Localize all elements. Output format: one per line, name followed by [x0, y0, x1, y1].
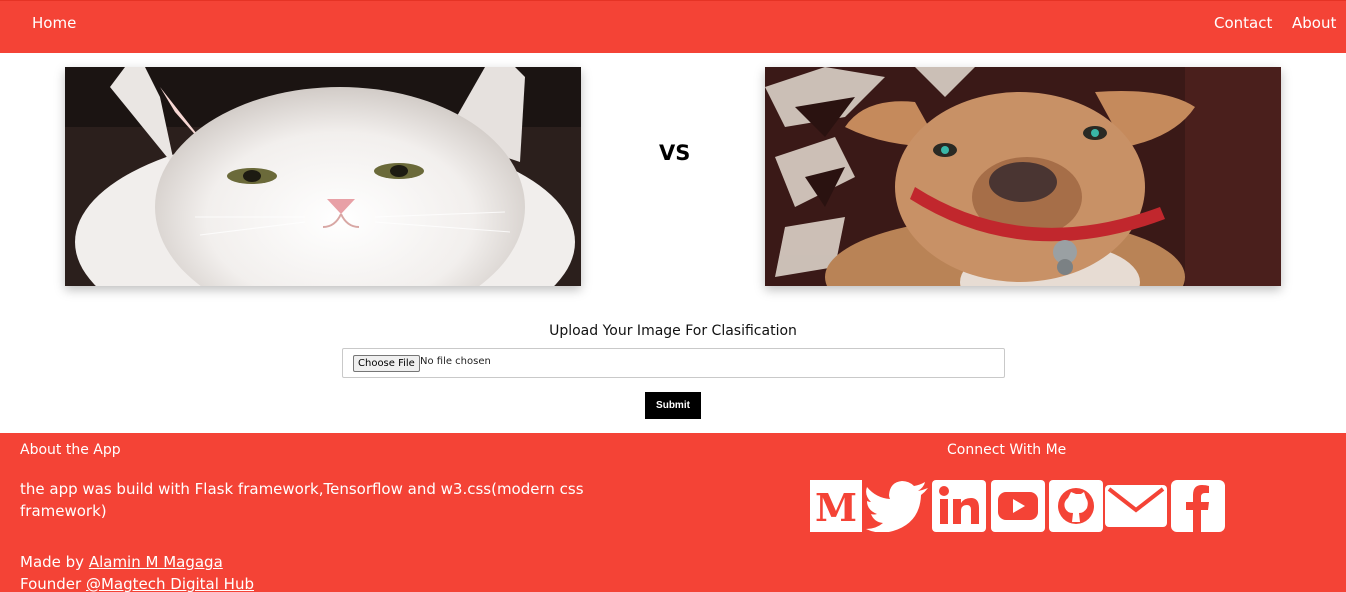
linkedin-icon[interactable] [932, 480, 986, 532]
made-by-line: Made by Alamin M Magaga [20, 553, 223, 571]
svg-text:M: M [815, 485, 857, 530]
medium-icon[interactable]: M [809, 480, 863, 532]
twitter-icon[interactable] [866, 480, 928, 532]
vs-label: VS [659, 141, 691, 165]
nav-contact-link[interactable]: Contact [1214, 14, 1272, 32]
nav-home-link[interactable]: Home [32, 14, 76, 32]
about-title: About the App [20, 442, 121, 458]
file-input[interactable]: Choose File No file chosen [342, 348, 1005, 378]
upload-label: Upload Your Image For Clasification [549, 323, 797, 339]
github-icon[interactable] [1049, 480, 1103, 532]
connect-title: Connect With Me [947, 442, 1067, 458]
about-text: the app was build with Flask framework,T… [20, 480, 584, 520]
youtube-icon[interactable] [991, 480, 1045, 532]
top-navbar: Home Contact About [0, 0, 1346, 53]
founder-line: Founder @Magtech Digital Hub [20, 575, 254, 592]
facebook-icon[interactable] [1171, 480, 1225, 532]
founder-prefix: Founder [20, 575, 86, 592]
submit-button[interactable]: Submit [645, 392, 701, 419]
made-by-prefix: Made by [20, 553, 89, 571]
cat-image [65, 67, 581, 286]
author-link[interactable]: Alamin M Magaga [89, 553, 223, 571]
footer: About the App the app was build with Fla… [0, 433, 1346, 592]
file-status-text: No file chosen [420, 356, 491, 367]
email-icon[interactable] [1105, 480, 1167, 532]
nav-about-link[interactable]: About [1292, 14, 1336, 32]
choose-file-button[interactable]: Choose File [353, 355, 420, 372]
company-link[interactable]: @Magtech Digital Hub [86, 575, 254, 592]
dog-image [765, 67, 1281, 286]
